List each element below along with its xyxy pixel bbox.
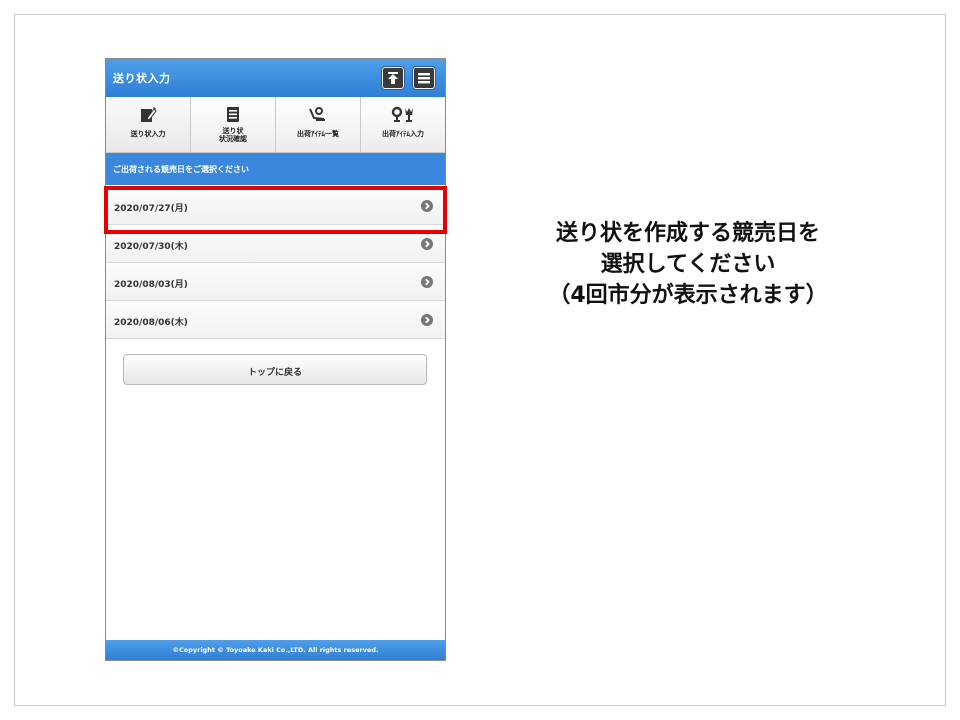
hamburger-menu-icon xyxy=(418,73,430,84)
auction-date-label: 2020/07/30(木) xyxy=(114,242,188,252)
highlight-annotation xyxy=(104,186,447,234)
tab-bar: 送り状入力 送り状 状況確認 出荷ｱｲﾃﾑ一覧 出荷ｱｲﾃﾑ入力 xyxy=(106,97,445,153)
back-to-top-label: トップに戻る xyxy=(247,368,302,378)
tab-label: 出荷ｱｲﾃﾑ入力 xyxy=(382,130,424,138)
caption-line: 選択してください xyxy=(600,252,776,277)
chevron-right-icon xyxy=(421,314,433,326)
flower-hand-icon xyxy=(309,107,325,121)
footer: ©Copyright © Toyoake Kaki Co.,LTD. All r… xyxy=(106,640,445,660)
chevron-right-icon xyxy=(421,238,433,250)
list-document-icon xyxy=(227,107,239,122)
pencil-document-icon xyxy=(141,107,157,122)
tab-shipment-item-input[interactable]: 出荷ｱｲﾃﾑ入力 xyxy=(361,97,445,152)
flowers-icon xyxy=(391,106,413,122)
caption-line: （4回市分が表示されます） xyxy=(548,283,828,308)
instruction-bar: ご出荷される競売日をご選択ください xyxy=(106,153,445,185)
instruction-text: ご出荷される競売日をご選択ください xyxy=(113,165,249,174)
scroll-top-button[interactable] xyxy=(382,67,404,89)
instruction-caption: 送り状を作成する競売日を 選択してください （4回市分が表示されます） xyxy=(508,218,868,311)
app-header: 送り状入力 xyxy=(106,59,445,97)
auction-date-label: 2020/08/03(月) xyxy=(114,280,188,290)
tab-invoice-status[interactable]: 送り状 状況確認 xyxy=(191,97,276,152)
tab-shipment-item-list[interactable]: 出荷ｱｲﾃﾑ一覧 xyxy=(276,97,361,152)
auction-date-item[interactable]: 2020/08/06(木) xyxy=(106,301,445,339)
caption-line: 送り状を作成する競売日を xyxy=(555,221,820,246)
tab-invoice-input[interactable]: 送り状入力 xyxy=(106,97,191,152)
tab-label: 出荷ｱｲﾃﾑ一覧 xyxy=(297,130,339,138)
auction-date-item[interactable]: 2020/08/03(月) xyxy=(106,263,445,301)
back-to-top-button[interactable]: トップに戻る xyxy=(123,354,427,385)
auction-date-label: 2020/08/06(木) xyxy=(114,318,188,328)
tab-label: 送り状入力 xyxy=(130,130,166,138)
page-title: 送り状入力 xyxy=(113,72,171,85)
chevron-right-icon xyxy=(421,276,433,288)
menu-button[interactable] xyxy=(413,67,435,89)
tab-label: 送り状 状況確認 xyxy=(219,127,247,143)
phone-screen: 送り状入力 送り状入力 送り状 状況確認 出荷ｱｲﾃﾑ一覧 出荷ｱｲﾃﾑ入力 ご… xyxy=(105,58,446,661)
copyright-text: ©Copyright © Toyoake Kaki Co.,LTD. All r… xyxy=(172,646,379,654)
arrow-up-to-top-icon xyxy=(388,72,398,84)
